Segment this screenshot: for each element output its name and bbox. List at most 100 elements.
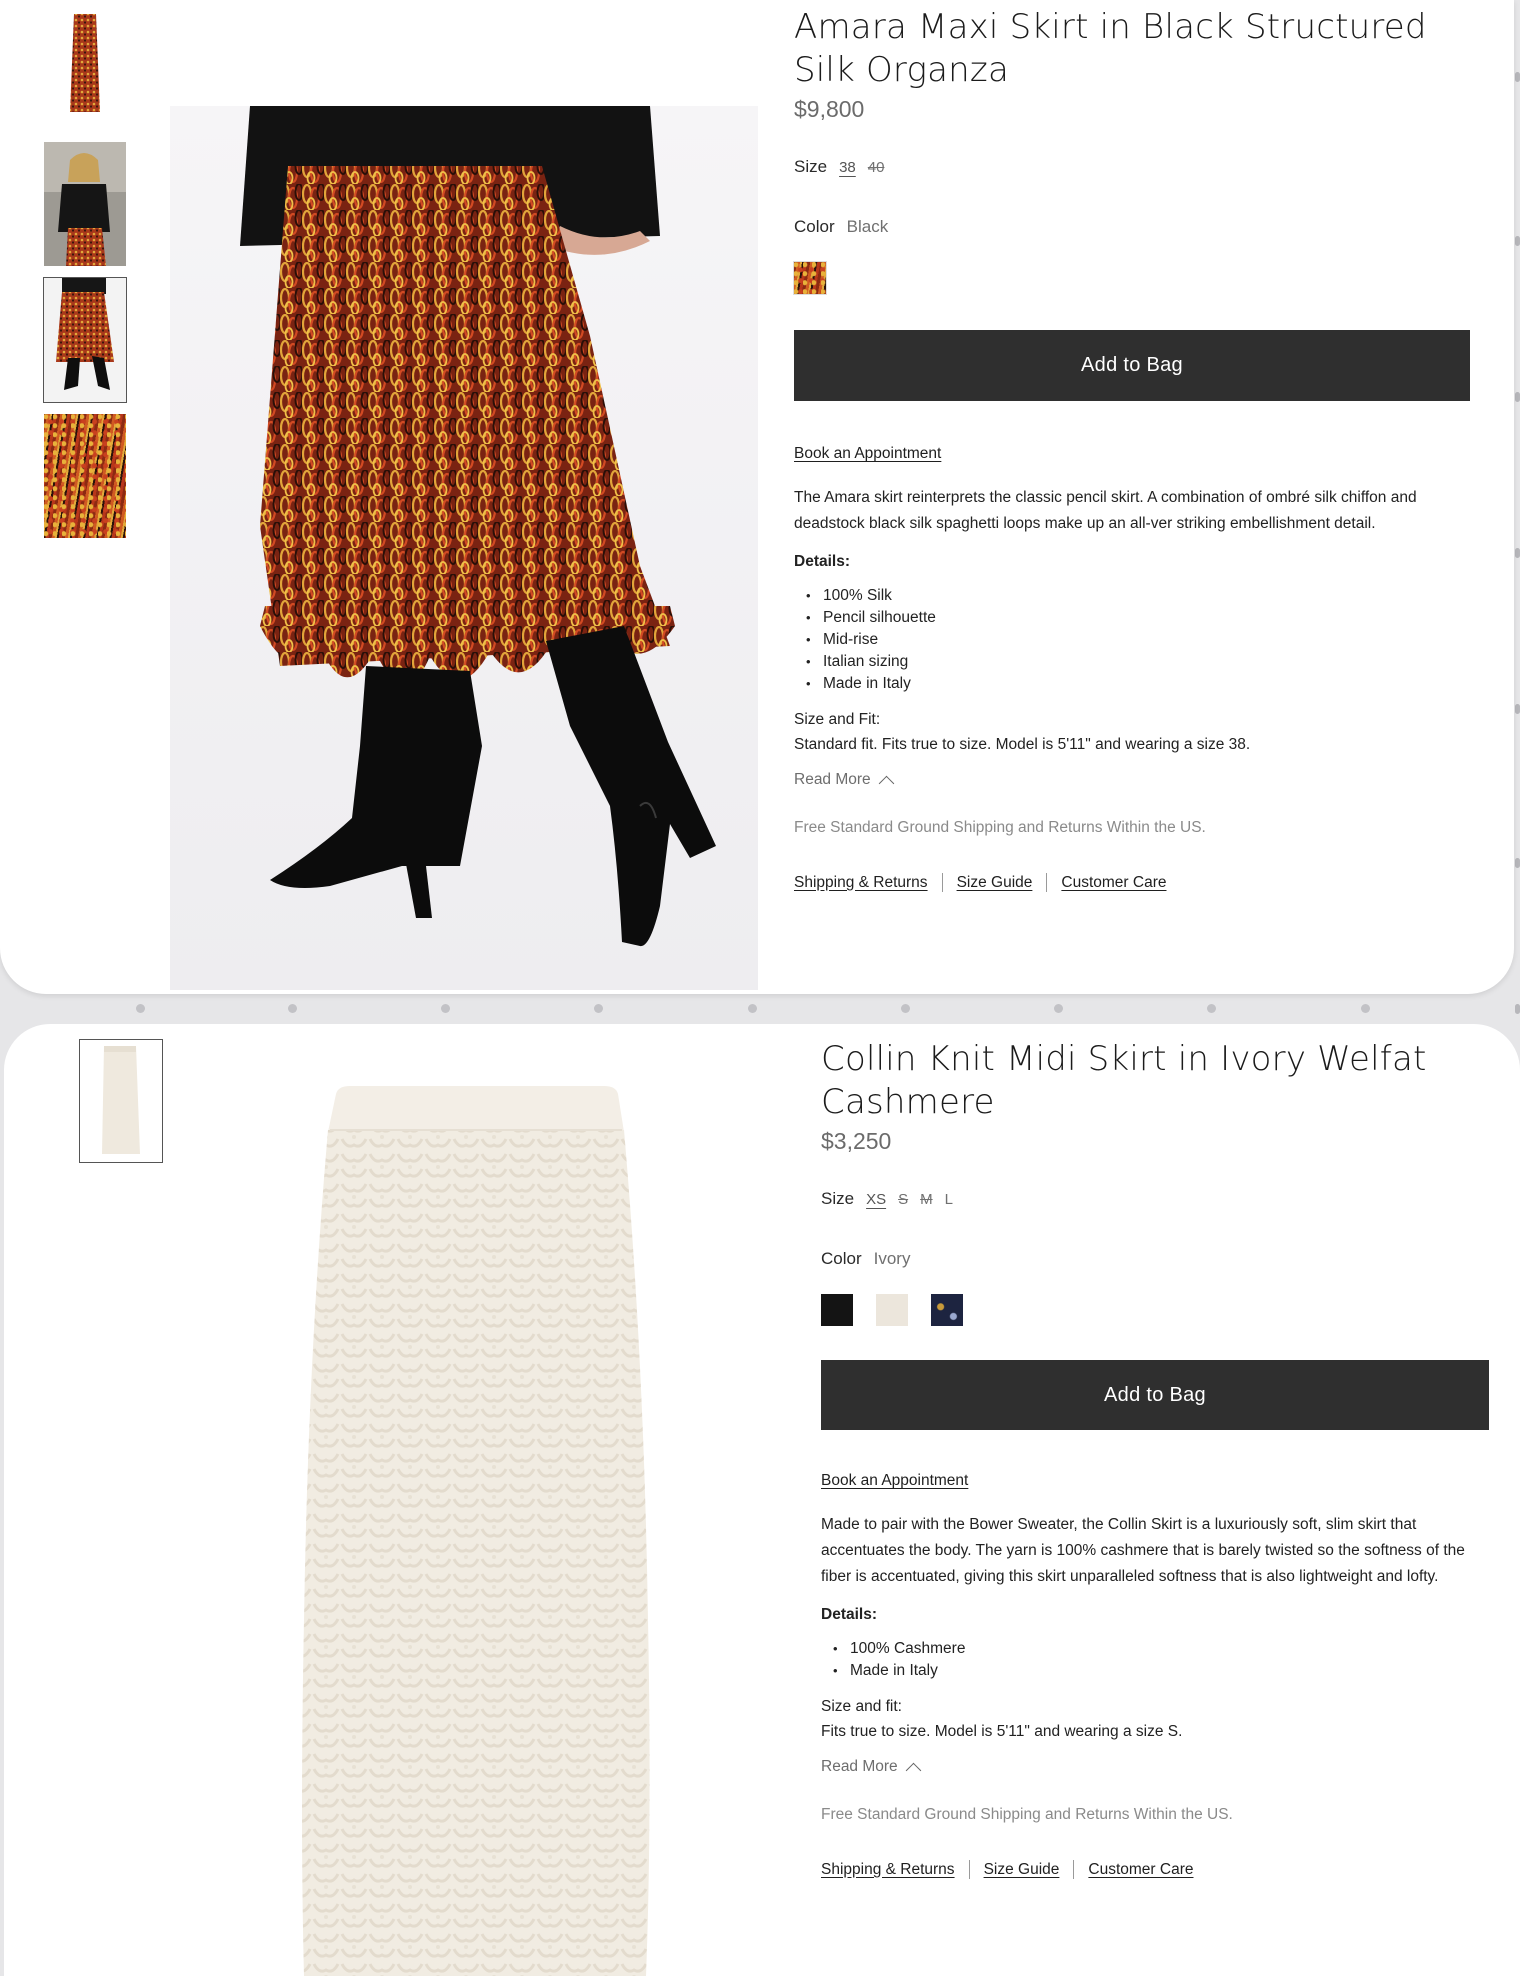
product-card-amara: Amara Maxi Skirt in Black Structured Sil… xyxy=(0,0,1514,994)
thumbnail-1[interactable] xyxy=(79,1039,163,1163)
color-swatches xyxy=(793,261,1470,295)
product-price: $9,800 xyxy=(794,96,865,122)
divider xyxy=(968,1860,970,1879)
separator-dot xyxy=(1054,1004,1063,1013)
size-option-40[interactable]: 40 xyxy=(868,159,885,176)
color-label: Color xyxy=(794,217,835,236)
size-guide-link[interactable]: Size Guide xyxy=(957,874,1033,892)
swatch-black[interactable] xyxy=(793,261,827,295)
product-description: Made to pair with the Bower Sweater, the… xyxy=(821,1516,1465,1585)
thumbnail-2[interactable] xyxy=(44,142,126,266)
book-appointment-link[interactable]: Book an Appointment xyxy=(794,445,941,462)
separator-dot xyxy=(441,1004,450,1013)
swatch-navy-gold[interactable] xyxy=(931,1294,963,1326)
edge-marker xyxy=(1515,1004,1520,1014)
divider xyxy=(941,873,943,892)
size-fit-text: Fits true to size. Model is 5'11" and we… xyxy=(821,1723,1183,1740)
edge-marker xyxy=(1515,858,1520,868)
chevron-up-icon xyxy=(905,1762,921,1778)
size-option-38[interactable]: 38 xyxy=(839,159,856,176)
size-selector: Size XS S M L xyxy=(821,1189,1489,1209)
details-list: 100% Silk Pencil silhouette Mid-rise Ita… xyxy=(794,585,1470,695)
color-row: Color Ivory xyxy=(821,1249,1489,1269)
ivory-knit-skirt-photo xyxy=(200,1060,760,1976)
add-to-bag-button[interactable]: Add to Bag xyxy=(794,330,1470,401)
size-fit-text: Standard fit. Fits true to size. Model i… xyxy=(794,736,1251,753)
thumbnail-4[interactable] xyxy=(44,414,126,538)
detail-item: Made in Italy xyxy=(821,1660,1489,1682)
separator-dot xyxy=(136,1004,145,1013)
shipping-note: Free Standard Ground Shipping and Return… xyxy=(794,819,1206,836)
customer-care-link[interactable]: Customer Care xyxy=(1061,874,1166,892)
read-more-label: Read More xyxy=(794,771,871,788)
main-product-image xyxy=(170,106,758,990)
details-heading: Details: xyxy=(794,553,850,570)
product-card-collin: Collin Knit Midi Skirt in Ivory Welfat C… xyxy=(4,1024,1520,1976)
detail-item: Mid-rise xyxy=(794,629,1470,651)
size-option-xs[interactable]: XS xyxy=(866,1191,886,1208)
edge-marker xyxy=(1515,72,1520,82)
swatch-black[interactable] xyxy=(821,1294,853,1326)
color-value: Black xyxy=(846,217,889,236)
size-label: Size xyxy=(794,157,828,176)
size-option-l[interactable]: L xyxy=(945,1191,953,1208)
model-outdoor-image xyxy=(44,142,126,266)
edge-marker xyxy=(1515,704,1520,714)
product-info-panel: Collin Knit Midi Skirt in Ivory Welfat C… xyxy=(821,1038,1489,1879)
add-to-bag-button[interactable]: Add to Bag xyxy=(821,1360,1489,1430)
product-info-panel: Amara Maxi Skirt in Black Structured Sil… xyxy=(793,0,1470,892)
skirt-front-image xyxy=(70,14,100,112)
product-price: $3,250 xyxy=(821,1128,892,1154)
product-title: Collin Knit Midi Skirt in Ivory Welfat C… xyxy=(821,1039,1427,1122)
size-option-s[interactable]: S xyxy=(898,1191,908,1208)
separator-dot xyxy=(748,1004,757,1013)
edge-marker xyxy=(1515,236,1520,246)
details-list: 100% Cashmere Made in Italy xyxy=(821,1638,1489,1682)
fabric-detail-image xyxy=(44,414,126,538)
footer-links: Shipping & Returns Size Guide Customer C… xyxy=(821,1860,1489,1879)
read-more-label: Read More xyxy=(821,1758,898,1775)
divider xyxy=(1073,1860,1075,1879)
thumbnail-3[interactable] xyxy=(43,277,127,403)
shipping-returns-link[interactable]: Shipping & Returns xyxy=(821,1861,955,1879)
separator-dot xyxy=(901,1004,910,1013)
color-row: Color Black xyxy=(794,217,1470,237)
separator-dot xyxy=(594,1004,603,1013)
swatch-ivory[interactable] xyxy=(876,1294,908,1326)
separator-dot xyxy=(288,1004,297,1013)
customer-care-link[interactable]: Customer Care xyxy=(1088,1861,1193,1879)
detail-item: Made in Italy xyxy=(794,673,1470,695)
size-selector: Size 38 40 xyxy=(794,157,1470,177)
detail-item: Italian sizing xyxy=(794,651,1470,673)
color-swatches xyxy=(821,1294,1489,1326)
shipping-returns-link[interactable]: Shipping & Returns xyxy=(794,874,928,892)
chevron-up-icon xyxy=(878,775,894,791)
ivory-skirt-thumbnail xyxy=(80,1040,162,1162)
shipping-note: Free Standard Ground Shipping and Return… xyxy=(821,1806,1233,1823)
size-fit-heading: Size and fit: xyxy=(821,1698,902,1715)
size-fit-heading: Size and Fit: xyxy=(794,711,881,728)
detail-item: Pencil silhouette xyxy=(794,607,1470,629)
book-appointment-link[interactable]: Book an Appointment xyxy=(821,1472,968,1489)
read-more-toggle[interactable]: Read More xyxy=(821,1758,1489,1778)
skirt-boots-image xyxy=(44,278,126,402)
size-label: Size xyxy=(821,1189,855,1208)
separator-dots xyxy=(0,1004,1520,1016)
edge-marker xyxy=(1515,548,1520,558)
skirt-on-model-photo xyxy=(170,106,758,990)
thumbnail-1[interactable] xyxy=(44,12,126,124)
size-guide-link[interactable]: Size Guide xyxy=(984,1861,1060,1879)
edge-marker xyxy=(1515,392,1520,402)
divider xyxy=(1046,873,1048,892)
product-title: Amara Maxi Skirt in Black Structured Sil… xyxy=(794,7,1427,90)
main-product-image xyxy=(200,1060,760,1976)
color-label: Color xyxy=(821,1249,862,1268)
product-description: The Amara skirt reinterprets the classic… xyxy=(794,489,1417,532)
separator-dot xyxy=(1207,1004,1216,1013)
size-option-m[interactable]: M xyxy=(920,1191,933,1208)
details-heading: Details: xyxy=(821,1606,877,1623)
separator-dot xyxy=(1361,1004,1370,1013)
read-more-toggle[interactable]: Read More xyxy=(794,771,1470,791)
color-value: Ivory xyxy=(873,1249,911,1268)
footer-links: Shipping & Returns Size Guide Customer C… xyxy=(794,873,1470,892)
